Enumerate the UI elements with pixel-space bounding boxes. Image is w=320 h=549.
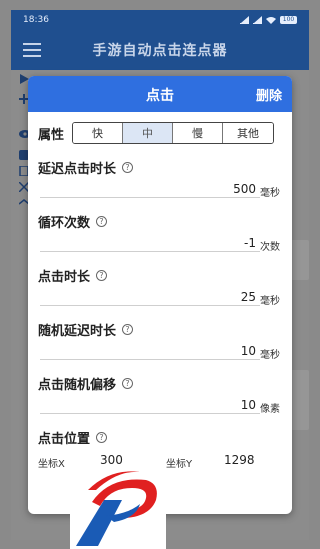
brand-logo [70,466,166,549]
help-icon[interactable]: ? [122,324,134,335]
delay-click-unit: 毫秒 [260,188,280,199]
help-icon[interactable]: ? [96,270,108,281]
x-coordinate-value[interactable]: 300 [100,453,123,467]
x-coordinate-label: 坐标X [38,459,65,470]
field-label: 点击随机偏移? [38,374,286,393]
attribute-row: 属性 快 中 慢 其他 [38,122,274,144]
delay-click-label: 延迟点击时长 [38,162,117,177]
random-offset-label: 点击随机偏移 [38,378,117,393]
click-duration-label: 点击时长 [38,270,91,285]
loop-count-input[interactable]: -1 [40,234,260,252]
random-delay-unit: 毫秒 [260,350,280,361]
help-icon[interactable]: ? [122,162,134,173]
speed-option-fast[interactable]: 快 [73,123,123,143]
field-label: 延迟点击时长? [38,158,286,177]
click-duration-input[interactable]: 25 [40,288,260,306]
speed-option-other[interactable]: 其他 [223,123,273,143]
dialog-title: 点击 [146,88,174,104]
y-coordinate-value[interactable]: 1298 [224,453,255,467]
attribute-label: 属性 [38,127,65,143]
click-position-label: 点击位置 [38,432,91,447]
y-coordinate-label: 坐标Y [166,459,193,470]
loop-count-label: 循环次数 [38,216,91,231]
delete-button[interactable]: 删除 [256,85,282,104]
loop-count-field: 循环次数? -1 次数 [38,212,286,256]
speed-segmented-control: 快 中 慢 其他 [72,122,274,144]
field-label: 随机延迟时长? [38,320,286,339]
delay-click-input[interactable]: 500 [40,180,260,198]
signal-icon-2 [253,15,262,24]
speed-option-medium[interactable]: 中 [123,123,173,143]
battery-level: 100 [281,16,296,23]
random-delay-field: 随机延迟时长? 10 毫秒 [38,320,286,364]
dialog-header: 点击 删除 [28,76,292,112]
app-title: 手游自动点击连点器 [92,43,228,59]
brand-logo-graphic [76,471,157,546]
random-delay-input[interactable]: 10 [40,342,260,360]
help-icon[interactable]: ? [96,216,108,227]
help-icon[interactable]: ? [96,432,108,443]
screen: 18:36 100 手游自动点击连点器 点击 删除 属性 快 中 慢 其他 延迟… [0,0,320,549]
click-settings-dialog: 点击 删除 属性 快 中 慢 其他 延迟点击时长? 500 毫秒 循环次数? -… [28,76,292,514]
delay-click-field: 延迟点击时长? 500 毫秒 [38,158,286,202]
random-offset-field: 点击随机偏移? 10 像素 [38,374,286,418]
help-icon[interactable]: ? [122,378,134,389]
field-label: 点击时长? [38,266,286,285]
status-bar: 18:36 100 [11,10,309,30]
status-time: 18:36 [23,15,49,25]
status-icons: 100 [240,15,297,24]
battery-icon: 100 [280,16,297,24]
random-offset-unit: 像素 [260,404,280,415]
click-position-field: 点击位置? [38,428,286,448]
wifi-icon [266,17,276,24]
app-toolbar: 手游自动点击连点器 [11,30,309,70]
random-delay-label: 随机延迟时长 [38,324,117,339]
speed-option-slow[interactable]: 慢 [173,123,223,143]
click-duration-unit: 毫秒 [260,296,280,307]
click-duration-field: 点击时长? 25 毫秒 [38,266,286,310]
random-offset-input[interactable]: 10 [40,396,260,414]
field-label: 点击位置? [38,428,286,447]
field-label: 循环次数? [38,212,286,231]
signal-icon [240,15,249,24]
loop-count-unit: 次数 [260,242,280,253]
